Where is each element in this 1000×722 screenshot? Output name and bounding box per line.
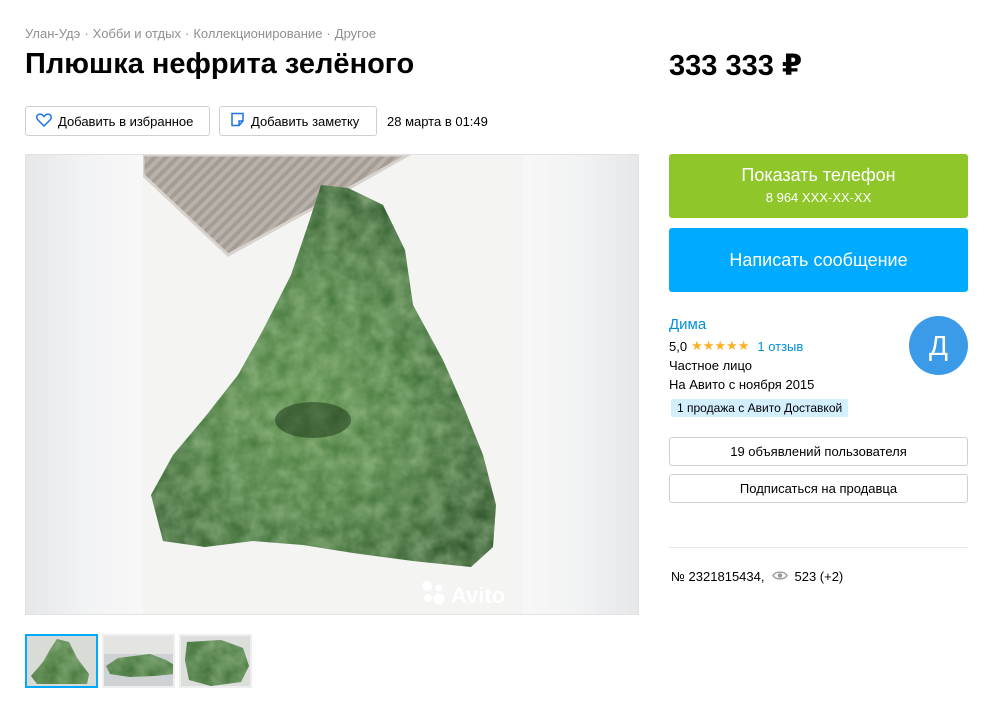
add-note-label: Добавить заметку	[251, 113, 360, 129]
avito-watermark: Avito	[419, 579, 505, 613]
item-meta: № 2321815434, 523 (+2)	[671, 569, 843, 584]
watermark-text: Avito	[451, 583, 506, 608]
divider	[669, 547, 968, 548]
breadcrumb-item-hobby[interactable]: Хобби и отдых	[93, 26, 181, 41]
breadcrumb-item-collecting[interactable]: Коллекционирование	[193, 26, 322, 41]
add-to-favorites-label: Добавить в избранное	[58, 113, 194, 129]
thumbnail-1[interactable]	[25, 634, 98, 688]
seller-since: На Авито с ноября 2015	[669, 377, 815, 392]
thumbnail-3[interactable]	[179, 634, 252, 688]
breadcrumb: Улан-Удэ · Хобби и отдых · Коллекционировани…	[25, 26, 376, 41]
seller-name-link[interactable]: Дима	[669, 316, 706, 333]
delivery-badge: 1 продажа с Авито Доставкой	[671, 399, 849, 417]
breadcrumb-item-other[interactable]: Другое	[335, 26, 376, 41]
show-phone-label: Показать телефон	[741, 165, 896, 185]
eye-icon	[772, 569, 789, 584]
breadcrumb-separator: ·	[326, 26, 331, 41]
item-number: № 2321815434,	[671, 569, 765, 584]
show-phone-button[interactable]: Показать телефон 8 964 XXX-XX-XX	[669, 154, 968, 218]
user-ads-button[interactable]: 19 объявлений пользователя	[669, 437, 968, 466]
rating-stars-icon: ★★★★★	[691, 338, 750, 353]
main-photo[interactable]	[143, 155, 523, 614]
subscribe-seller-button[interactable]: Подписаться на продавца	[669, 474, 968, 503]
breadcrumb-separator: ·	[184, 26, 190, 41]
photo-gallery[interactable]: Avito	[25, 154, 639, 615]
breadcrumb-separator: ·	[84, 26, 89, 41]
thumbnail-strip	[25, 634, 252, 688]
item-price: 333 333 ₽	[669, 50, 803, 82]
add-note-button[interactable]: Добавить заметку	[219, 106, 377, 136]
breadcrumb-item-city[interactable]: Улан-Удэ	[25, 26, 80, 41]
views-count: 523 (+2)	[794, 569, 844, 584]
reviews-link[interactable]: 1 отзыв	[757, 339, 803, 354]
add-to-favorites-button[interactable]: Добавить в избранное	[25, 106, 210, 136]
note-icon	[230, 112, 251, 130]
page-title: Плюшка нефрита зелёного	[25, 48, 415, 80]
write-message-button[interactable]: Написать сообщение	[669, 228, 968, 292]
heart-icon	[36, 112, 58, 130]
thumbnail-2[interactable]	[102, 634, 175, 688]
avatar[interactable]: Д	[909, 316, 968, 375]
seller-rating: 5,0 ★★★★★ 1 отзыв	[669, 338, 803, 354]
masked-phone-number: 8 964 XXX-XX-XX	[765, 190, 872, 205]
seller-type: Частное лицо	[669, 358, 752, 373]
avito-logo-icon	[419, 579, 451, 613]
publish-date: 28 марта в 01:49	[387, 114, 488, 129]
rating-value: 5,0	[669, 338, 688, 354]
